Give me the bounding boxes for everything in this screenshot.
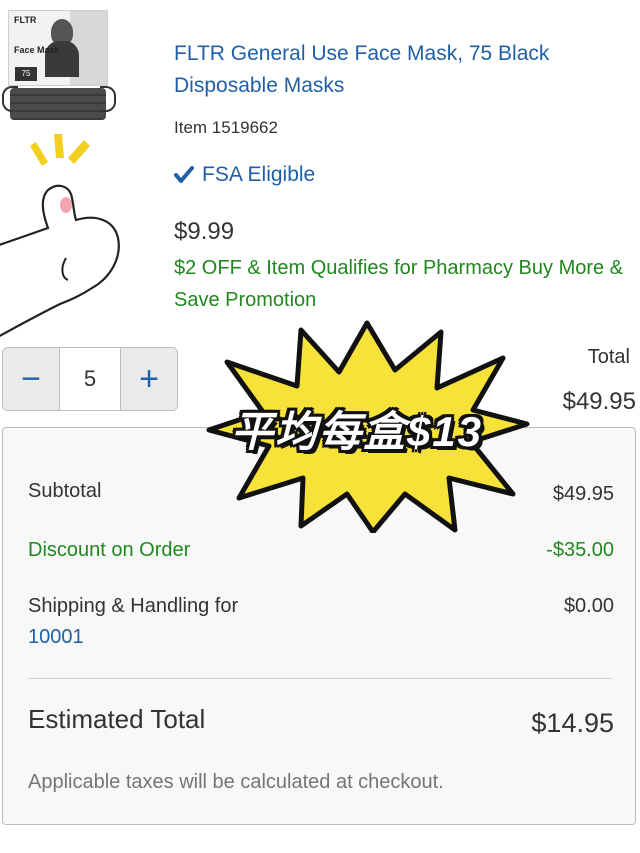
unit-price: $9.99 — [174, 218, 235, 245]
line-total-label: Total — [587, 346, 630, 368]
checkmark-icon — [174, 166, 194, 183]
box-count: 75 — [15, 67, 37, 81]
discount-label: Discount on Order — [28, 539, 191, 561]
estimated-total-value: $14.95 — [531, 708, 614, 738]
box-brand: FLTR — [14, 15, 37, 25]
increment-button[interactable]: + — [121, 348, 177, 410]
fsa-label: FSA Eligible — [202, 163, 316, 186]
decrement-button[interactable]: − — [3, 348, 59, 410]
sticker-text: 平均每盒$13 — [230, 408, 484, 455]
product-thumbnail[interactable]: FLTR Face Mask 75 — [0, 0, 140, 130]
shipping-zip-link[interactable]: 10001 — [28, 626, 84, 649]
sparkle-lines — [30, 134, 90, 166]
box-title: Face Mask — [14, 45, 60, 55]
subtotal-value: $49.95 — [552, 483, 614, 505]
fsa-eligible-link[interactable]: FSA Eligible — [174, 163, 315, 187]
thumbs-up-doodle — [0, 134, 120, 338]
tax-note: Applicable taxes will be calculated at c… — [28, 771, 444, 793]
mask-image — [10, 88, 106, 120]
discount-value: -$35.00 — [546, 539, 614, 561]
item-number: Item 1519662 — [174, 118, 278, 137]
subtotal-label: Subtotal — [28, 480, 102, 502]
mask-ear-loop-right — [100, 86, 116, 112]
product-title-link[interactable]: FLTR General Use Face Mask, 75 Black Dis… — [174, 38, 624, 102]
estimated-total-label: Estimated Total — [28, 704, 206, 734]
line-total-value: $49.95 — [562, 388, 636, 415]
quantity-stepper[interactable]: − 5 + — [2, 347, 178, 411]
summary-divider — [28, 678, 612, 679]
product-box-image: FLTR Face Mask 75 — [8, 10, 108, 86]
promotion-text: $2 OFF & Item Qualifies for Pharmacy Buy… — [174, 257, 624, 311]
quantity-value[interactable]: 5 — [59, 348, 121, 410]
shipping-value: $0.00 — [563, 595, 614, 617]
shipping-label: Shipping & Handling for — [28, 595, 239, 617]
